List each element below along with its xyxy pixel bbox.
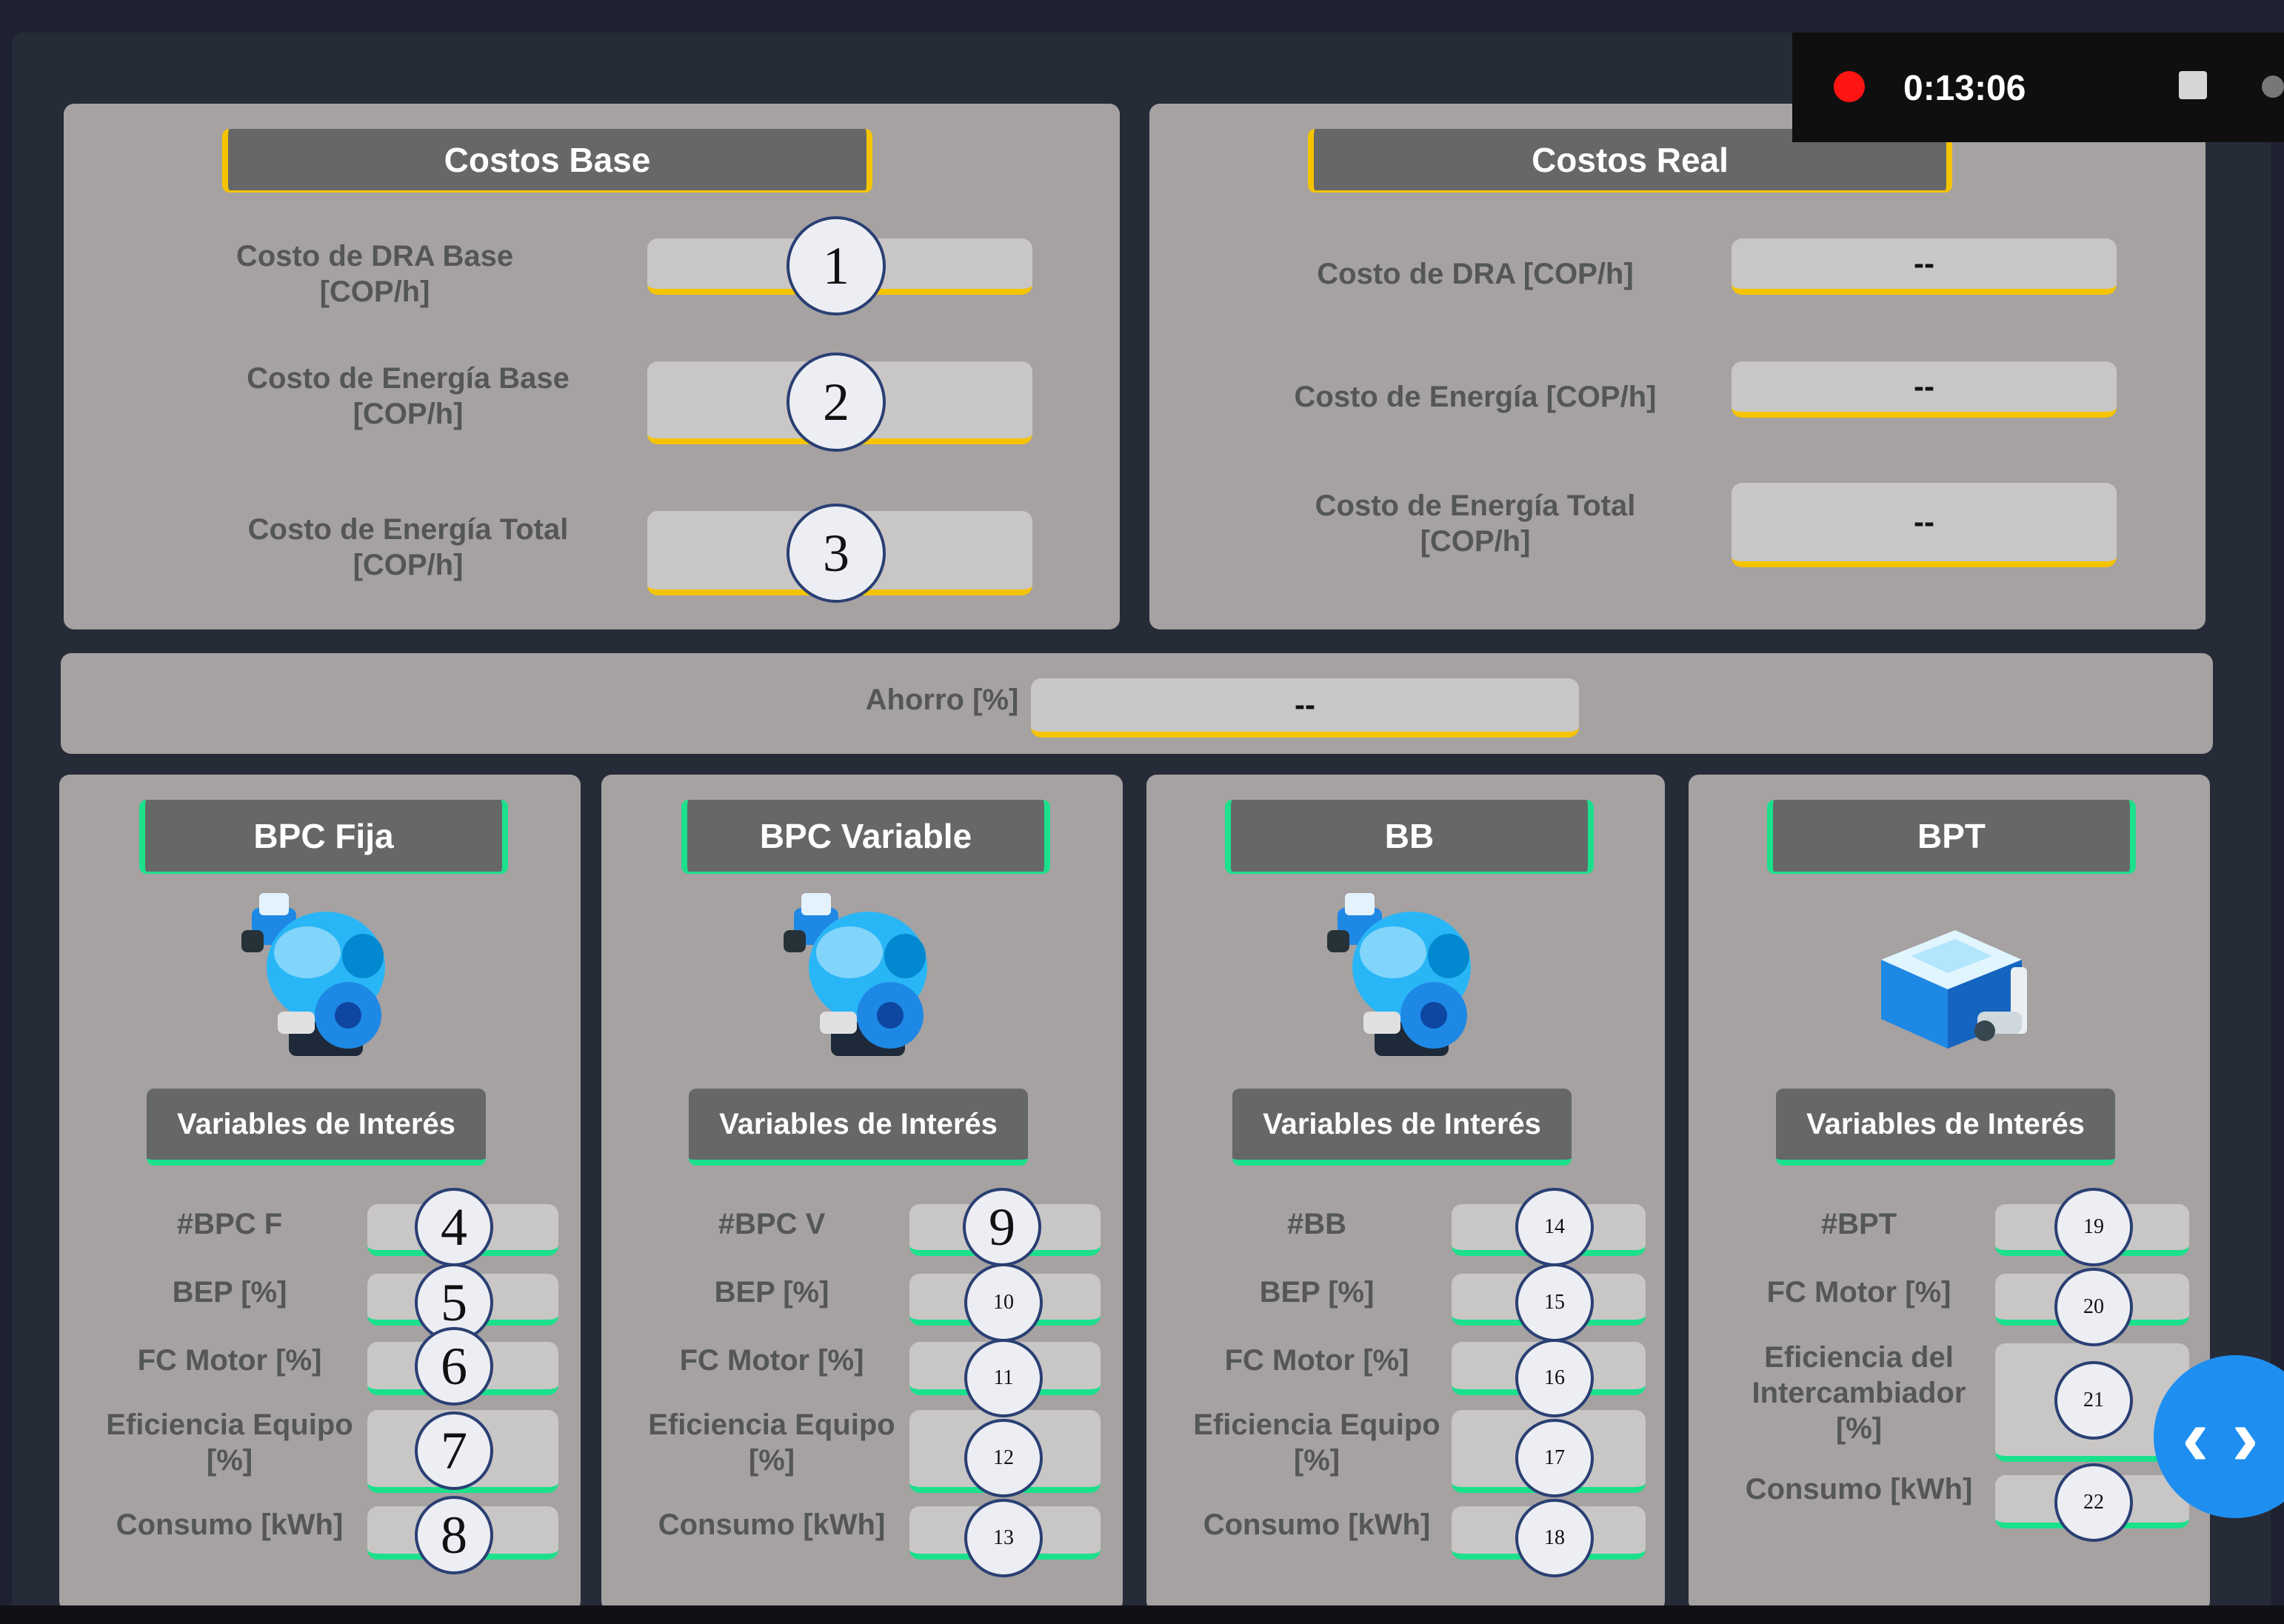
bpc-variable-row-label: BEP [%]	[714, 1276, 829, 1309]
annotation-marker: 7	[415, 1411, 493, 1490]
bpc-fija-subheading: Variables de Interés	[147, 1089, 486, 1166]
bpc-variable-subheading: Variables de Interés	[689, 1089, 1028, 1166]
costo-dra-field: --	[1732, 238, 2117, 295]
bpc-variable-title: BPC Variable	[681, 800, 1050, 874]
annotation-marker: 11	[964, 1339, 1043, 1417]
costo-energia-total-base-label: Costo de Energía Total [COP/h]	[247, 513, 569, 581]
annotation-marker: 13	[964, 1499, 1043, 1577]
annotation-marker: 14	[1515, 1188, 1594, 1266]
annotation-marker: 1	[787, 216, 886, 315]
bpc-fija-row-label: BEP [%]	[172, 1276, 287, 1309]
costos-base-panel: Costos Base Costo de DRA Base [COP/h] Co…	[64, 104, 1120, 629]
annotation-marker: 6	[415, 1327, 493, 1406]
bpc-variable-panel: BPC Variable Variables de Interés #BPC V…	[601, 775, 1123, 1611]
record-indicator-icon	[1834, 71, 1865, 102]
bpc-variable-row-label: #BPC V	[718, 1208, 826, 1240]
bpc-fija-row-label: #BPC F	[176, 1208, 283, 1240]
annotation-marker: 20	[2054, 1268, 2133, 1346]
pump-icon	[784, 893, 927, 1056]
ahorro-label: Ahorro [%]	[865, 684, 1019, 716]
costos-real-panel: Costos Real Costo de DRA [COP/h] -- Cost…	[1149, 104, 2205, 629]
annotation-marker: 16	[1515, 1339, 1594, 1417]
bb-row-label: FC Motor [%]	[1224, 1344, 1409, 1377]
annotation-marker: 9	[963, 1188, 1041, 1266]
pump-icon	[241, 893, 385, 1056]
recorder-menu-icon[interactable]	[2262, 76, 2284, 98]
annotation-marker: 17	[1515, 1419, 1594, 1497]
pump-icon	[1327, 893, 1471, 1056]
costo-energia-base-label: Costo de Energía Base [COP/h]	[247, 362, 570, 430]
costo-energia-total-label: Costo de Energía Total [COP/h]	[1315, 489, 1636, 558]
annotation-marker: 4	[415, 1188, 493, 1266]
bpt-title: BPT	[1767, 800, 2136, 874]
bb-subheading: Variables de Interés	[1232, 1089, 1572, 1166]
annotation-marker: 2	[787, 352, 886, 452]
ahorro-field: --	[1031, 678, 1579, 738]
costo-energia-total-field: --	[1732, 483, 2117, 567]
annotation-marker: 12	[964, 1419, 1043, 1497]
bb-row-label: #BB	[1286, 1208, 1347, 1240]
bpt-row-label: Consumo [kWh]	[1745, 1473, 1973, 1506]
stop-recording-button[interactable]	[2179, 71, 2207, 99]
annotation-marker: 22	[2054, 1463, 2133, 1542]
annotation-marker: 18	[1515, 1499, 1594, 1577]
bpc-fija-title: BPC Fija	[139, 800, 508, 874]
costos-base-title: Costos Base	[222, 129, 872, 193]
bpt-row-label: FC Motor [%]	[1766, 1276, 1951, 1309]
bb-panel: BB Variables de Interés #BB BEP [%] FC M…	[1146, 775, 1665, 1611]
costo-energia-label: Costo de Energía [COP/h]	[1294, 381, 1657, 413]
bpt-row-label: #BPT	[1820, 1208, 1897, 1240]
bpc-fija-row-label: Eficiencia Equipo [%]	[106, 1409, 353, 1477]
costo-energia-field: --	[1732, 361, 2117, 418]
bb-row-label: Eficiencia Equipo [%]	[1193, 1409, 1440, 1477]
bpc-variable-row-label: FC Motor [%]	[679, 1344, 864, 1377]
annotation-marker: 21	[2054, 1361, 2133, 1440]
bpc-fija-row-label: Consumo [kWh]	[116, 1508, 344, 1541]
bpt-row-label: Eficiencia del Intercambiador [%]	[1752, 1341, 1966, 1445]
bb-row-label: Consumo [kWh]	[1203, 1508, 1431, 1541]
annotation-marker: 10	[964, 1263, 1043, 1342]
bb-title: BB	[1225, 800, 1594, 874]
heat-exchanger-icon	[1881, 930, 2027, 1049]
annotation-marker: 8	[415, 1496, 493, 1574]
recording-timer: 0:13:06	[1903, 69, 2026, 108]
costo-dra-base-label: Costo de DRA Base [COP/h]	[236, 240, 514, 308]
bpt-subheading: Variables de Interés	[1776, 1089, 2115, 1166]
ahorro-panel: Ahorro [%] --	[61, 653, 2213, 754]
bb-row-label: BEP [%]	[1259, 1276, 1375, 1309]
screen-recorder-bar: 0:13:06	[1792, 33, 2284, 142]
bottom-strip	[0, 1605, 2284, 1624]
bpc-fija-row-label: FC Motor [%]	[137, 1344, 322, 1377]
annotation-marker: 3	[787, 504, 886, 603]
costo-dra-label: Costo de DRA [COP/h]	[1317, 258, 1634, 290]
bpc-fija-panel: BPC Fija Variables de Interés #BPC F BEP…	[59, 775, 581, 1611]
bpc-variable-row-label: Eficiencia Equipo [%]	[648, 1409, 895, 1477]
annotation-marker: 19	[2054, 1188, 2133, 1266]
bpc-variable-row-label: Consumo [kWh]	[658, 1508, 886, 1541]
bpt-panel: BPT Variables de Interés #BPT FC Motor […	[1689, 775, 2210, 1611]
annotation-marker: 15	[1515, 1263, 1594, 1342]
